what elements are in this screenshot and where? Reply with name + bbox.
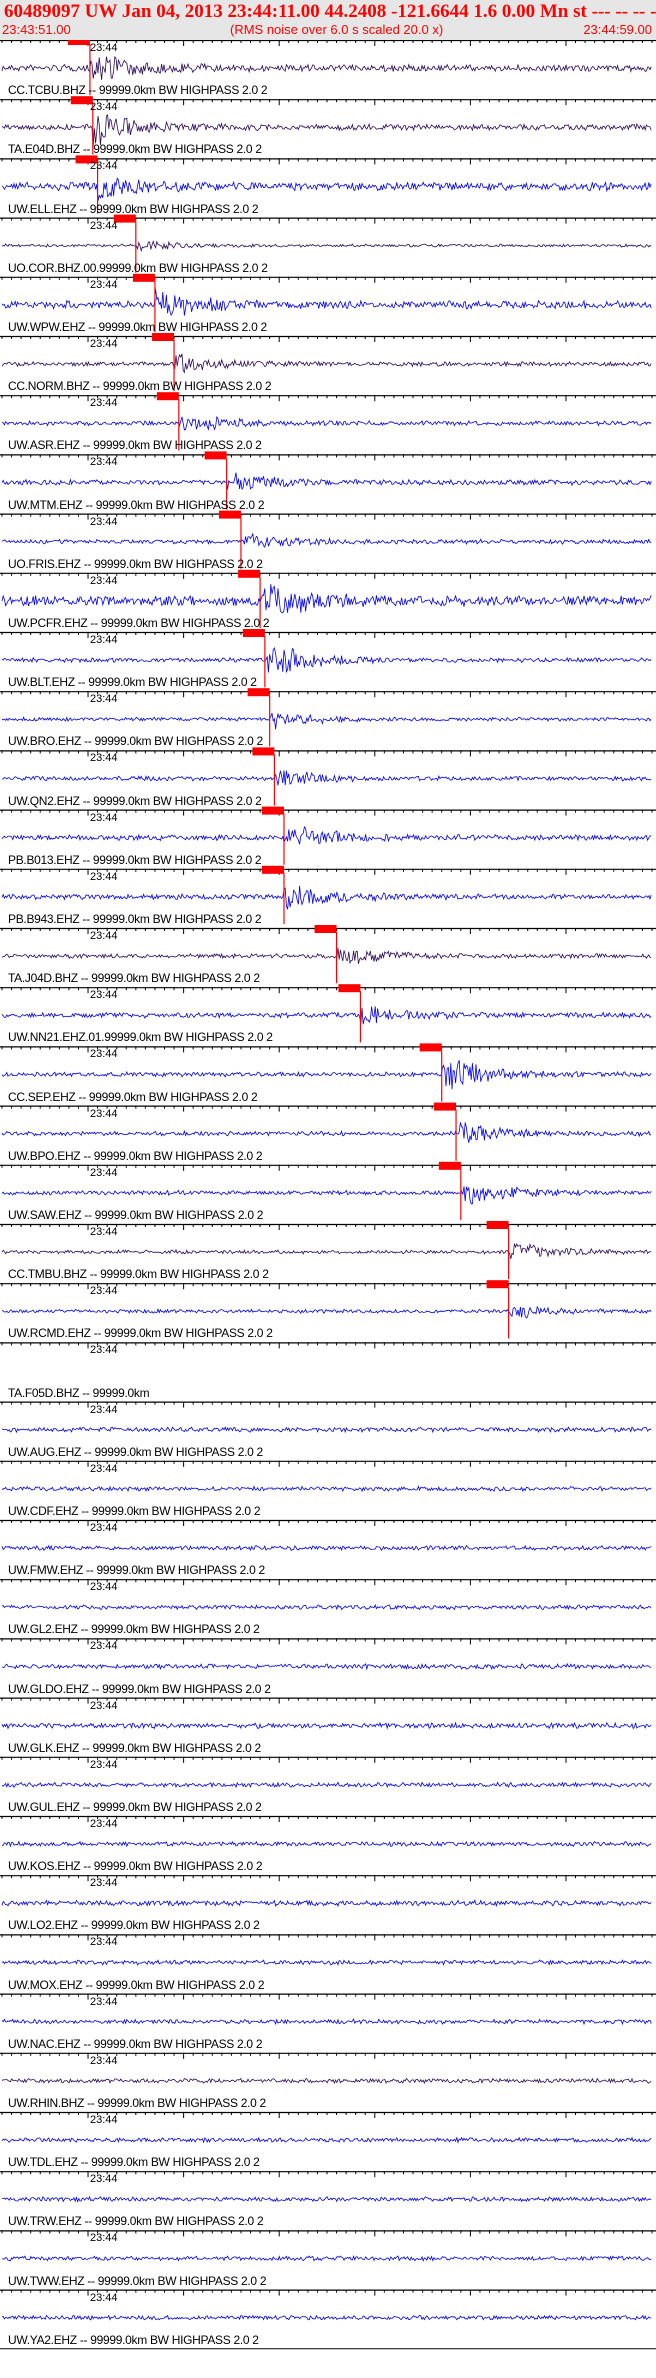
time-mark-label: 23:44 [90,2173,118,2186]
time-mark-label: 23:44 [90,338,118,350]
station-label: TA.F05D.BHZ -- 99999.0km [8,1385,150,1400]
station-label: PB.B013.EHZ -- 99999.0km BW HIGHPASS 2.0… [8,852,262,867]
time-mark-label: 23:44 [90,989,118,1002]
time-mark-label: 23:44 [90,1403,118,1416]
time-mark-label: 23:44 [90,1699,118,1712]
time-mark-label: 23:44 [90,574,118,587]
station-label: CC.SEP.EHZ -- 99999.0km BW HIGHPASS 2.0 … [8,1089,258,1104]
station-label: UW.NN21.EHZ.01.99999.0km BW HIGHPASS 2.0… [8,1030,273,1045]
start-time: 23:43:51.00 [2,22,71,37]
header-bar: 60489097 UW Jan 04, 2013 23:44:11.00 44.… [0,0,656,40]
time-mark-label: 23:44 [90,870,118,883]
end-time: 23:44:59.00 [583,22,652,37]
station-label: UW.FMW.EHZ -- 99999.0km BW HIGHPASS 2.0 … [8,1563,265,1578]
station-label: UW.RHIN.BHZ -- 99999.0km BW HIGHPASS 2.0… [8,2096,266,2110]
time-mark-label: 23:44 [90,1344,118,1357]
time-mark-label: 23:44 [90,752,118,765]
time-mark-label: 23:44 [90,397,118,410]
station-label: UW.BRO.EHZ -- 99999.0km BW HIGHPASS 2.0 … [8,734,263,749]
time-mark-label: 23:44 [90,1462,118,1475]
station-label: CC.TMBU.BHZ -- 99999.0km BW HIGHPASS 2.0… [8,1267,269,1282]
time-mark-label: 23:44 [90,1936,118,1949]
station-label: PB.B943.EHZ -- 99999.0km BW HIGHPASS 2.0… [8,912,262,926]
station-label: UW.SAW.EHZ -- 99999.0km BW HIGHPASS 2.0 … [8,1208,264,1222]
time-mark-label: 23:44 [90,2054,118,2067]
station-label: UW.BPO.EHZ -- 99999.0km BW HIGHPASS 2.0 … [8,1148,263,1163]
station-label: UW.GLDO.EHZ -- 99999.0km BW HIGHPASS 2.0… [8,1681,271,1696]
time-mark-label: 23:44 [90,160,118,173]
time-mark-label: 23:44 [90,1107,118,1120]
time-mark-label: 23:44 [90,515,118,528]
station-label: UW.KOS.EHZ -- 99999.0km BW HIGHPASS 2.0 … [8,1859,263,1874]
time-mark-label: 23:44 [90,2114,118,2126]
station-label: UW.TRW.EHZ -- 99999.0km BW HIGHPASS 2.0 … [8,2214,264,2229]
rms-note: (RMS noise over 6.0 s scaled 20.0 x) [230,22,444,37]
station-label: UW.MTM.EHZ -- 99999.0km BW HIGHPASS 2.0 … [8,497,265,512]
station-label: UW.TWW.EHZ -- 99999.0km BW HIGHPASS 2.0 … [8,2273,267,2288]
time-mark-label: 23:44 [90,219,118,232]
station-label: CC.TCBU.BHZ -- 99999.0km BW HIGHPASS 2.0… [8,83,268,98]
station-label: UW.ELL.EHZ -- 99999.0km BW HIGHPASS 2.0 … [8,201,259,216]
station-label: UW.PCFR.EHZ -- 99999.0km BW HIGHPASS 2.0… [8,616,270,630]
station-label: UW.GLK.EHZ -- 99999.0km BW HIGHPASS 2.0 … [8,1740,261,1755]
station-label: UW.CDF.EHZ -- 99999.0km BW HIGHPASS 2.0 … [8,1504,261,1518]
time-mark-label: 23:44 [90,456,118,469]
station-label: UO.COR.BHZ.00.99999.0km BW HIGHPASS 2.0 … [8,260,268,275]
time-mark-label: 23:44 [90,1581,118,1594]
time-mark-label: 23:44 [90,1166,118,1179]
trace-labels: 23:44 CC.TCBU.BHZ -- 99999.0km BW HIGHPAS… [0,40,656,2378]
station-label: UW.AUG.EHZ -- 99999.0km BW HIGHPASS 2.0 … [8,1444,263,1459]
station-label: UW.MOX.EHZ -- 99999.0km BW HIGHPASS 2.0 … [8,1977,265,1992]
time-mark-label: 23:44 [90,278,118,291]
time-mark-label: 23:44 [90,1522,118,1534]
time-mark-label: 23:44 [90,634,118,646]
time-mark-label: 23:44 [90,1285,118,1298]
station-label: UW.YA2.EHZ -- 99999.0km BW HIGHPASS 2.0 … [8,2332,259,2347]
event-title: 60489097 UW Jan 04, 2013 23:44:11.00 44.… [4,1,656,22]
time-mark-label: 23:44 [90,2291,118,2304]
time-mark-label: 23:44 [90,1995,118,2008]
station-label: UW.NAC.EHZ -- 99999.0km BW HIGHPASS 2.0 … [8,2036,263,2051]
time-mark-label: 23:44 [90,101,118,114]
time-mark-label: 23:44 [90,811,118,824]
station-label: CC.NORM.BHZ -- 99999.0km BW HIGHPASS 2.0… [8,379,272,394]
time-mark-label: 23:44 [90,930,118,942]
station-label: UW.GUL.EHZ -- 99999.0km BW HIGHPASS 2.0 … [8,1800,262,1814]
time-mark-label: 23:44 [90,1758,118,1771]
time-mark-label: 23:44 [90,693,118,706]
time-mark-label: 23:44 [90,1048,118,1061]
station-label: UW.BLT.EHZ -- 99999.0km BW HIGHPASS 2.0 … [8,675,257,690]
time-mark-label: 23:44 [90,1640,118,1653]
station-label: UW.ASR.EHZ -- 99999.0km BW HIGHPASS 2.0 … [8,438,262,453]
station-label: UW.GL2.EHZ -- 99999.0km BW HIGHPASS 2.0 … [8,1622,260,1637]
station-label: UW.TDL.EHZ -- 99999.0km BW HIGHPASS 2.0 … [8,2155,260,2170]
time-mark-label: 23:44 [90,1226,118,1238]
station-label: UW.WPW.EHZ -- 99999.0km BW HIGHPASS 2.0 … [8,320,267,334]
station-label: UW.RCMD.EHZ -- 99999.0km BW HIGHPASS 2.0… [8,1326,273,1341]
station-label: UO.FRIS.EHZ -- 99999.0km BW HIGHPASS 2.0… [8,556,263,571]
station-label: UW.LO2.EHZ -- 99999.0km BW HIGHPASS 2.0 … [8,1918,260,1933]
time-mark-label: 23:44 [90,1818,118,1830]
station-label: TA.E04D.BHZ -- 99999.0km BW HIGHPASS 2.0… [8,142,262,157]
time-mark-label: 23:44 [90,1877,118,1890]
station-label: TA.J04D.BHZ -- 99999.0km BW HIGHPASS 2.0… [8,971,260,986]
station-label: UW.QN2.EHZ -- 99999.0km BW HIGHPASS 2.0 … [8,793,262,808]
time-mark-label: 23:44 [90,42,118,54]
time-mark-label: 23:44 [90,2232,118,2245]
